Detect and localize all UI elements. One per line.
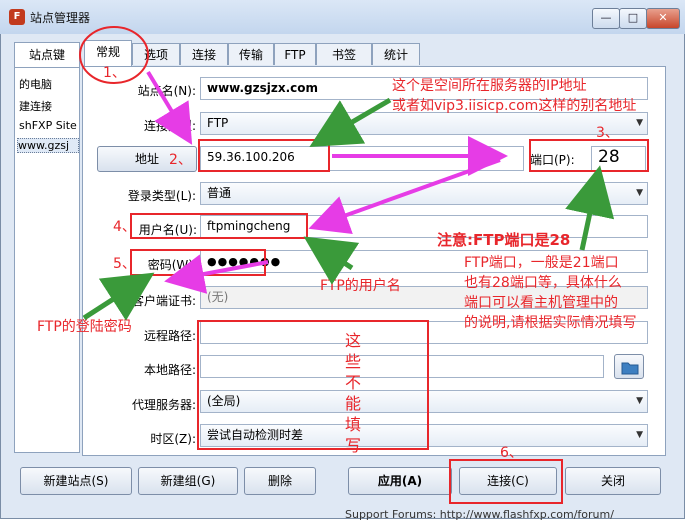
annotation-arrows (82, 70, 615, 321)
arrow-to-username (308, 158, 501, 235)
arrow-to-password (82, 272, 155, 321)
arrow-from-username-note (303, 236, 360, 285)
arrow-to-address (309, 97, 392, 148)
arrow-to-port (565, 165, 615, 251)
arrow-password-magenta (164, 254, 269, 294)
arrow-to-conn-type (146, 70, 193, 145)
